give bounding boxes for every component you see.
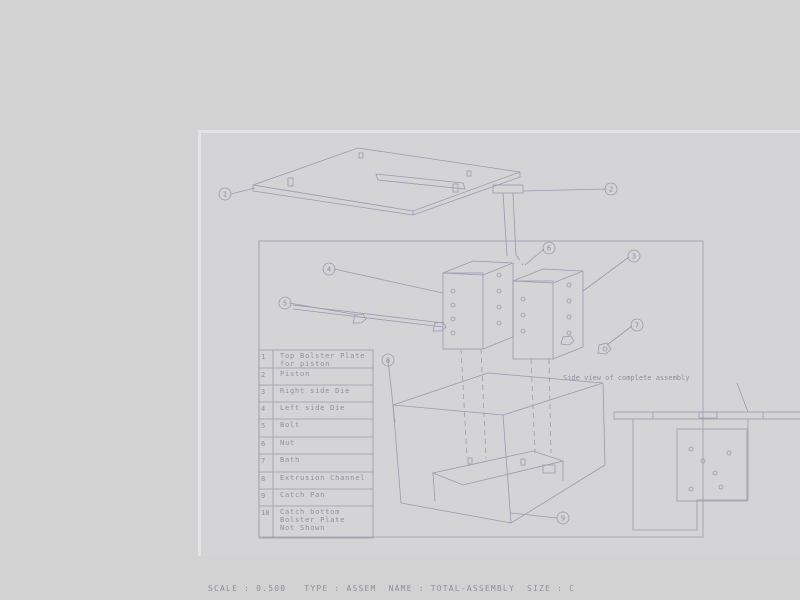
name-label: NAME (388, 584, 413, 593)
balloon-label: 3 (632, 253, 636, 261)
left-side-die (442, 260, 514, 350)
parts-list-row: 4 Left side Die (261, 404, 345, 413)
balloon-label: 7 (635, 322, 639, 330)
parts-list-row: 1 Top Bolster Platefor piston (261, 352, 365, 368)
drawing-sheet[interactable]: 1 2 3 4 5 6 7 8 9 1 Top Bolster Plate for piston 2 P… (198, 130, 800, 556)
size-label: SIZE (527, 584, 552, 593)
parts-list-row: 3 Right side Die (261, 387, 350, 396)
part-number: 7 (261, 457, 265, 465)
status-bar: SCALE : 0.500 TYPE : ASSEM NAME : TOTAL-… (198, 556, 800, 600)
parts-list-row: 6 Nut (261, 439, 295, 448)
part-number: 2 (261, 371, 265, 379)
type-value: ASSEM (346, 584, 377, 593)
graphics-viewport[interactable]: 1 2 3 4 5 6 7 8 9 1 Top Bolster Plate for piston 2 P… (0, 0, 800, 600)
balloon-label: 8 (386, 357, 390, 365)
name-value: TOTAL-ASSEMBLY (430, 584, 515, 593)
part-name: Nut (280, 439, 295, 447)
balloon-label: 6 (547, 245, 551, 253)
part-number: 9 (261, 492, 265, 500)
part-number: 3 (261, 388, 265, 396)
part-name: Top Bolster Plate (280, 352, 365, 360)
part-number: 8 (261, 475, 265, 483)
part-number: 5 (261, 422, 265, 430)
top-bolster-plate (252, 147, 521, 216)
part-name: Not Shown (280, 524, 325, 532)
assembly-hidden-lines (460, 255, 552, 459)
balloon-label: 1 (223, 191, 227, 199)
parts-list-row: 10 Catch bottomBolster PlateNot Shown (261, 508, 345, 532)
side-view: Side view of complete assembly (563, 374, 800, 531)
part-name: for piston (280, 360, 330, 368)
nut (560, 335, 612, 355)
part-number: 1 (261, 353, 265, 361)
assembly-drawing: 1 2 3 4 5 6 7 8 9 1 Top Bolster Platefor piston 2 P… (218, 147, 800, 539)
part-number: 4 (261, 405, 265, 413)
parts-list-table: 1 Top Bolster Platefor piston 2 Piston 3 Righ… (258, 349, 374, 539)
part-name: Extrusion Channel (280, 474, 365, 482)
bath (392, 372, 606, 524)
type-label: TYPE (304, 584, 329, 593)
scale-label: SCALE (208, 584, 239, 593)
balloon-label: 4 (327, 266, 331, 274)
parts-list-row: 9 Catch Pan (261, 491, 325, 500)
balloon-label: 5 (283, 300, 287, 308)
parts-list-row: 7 Bath (261, 456, 300, 465)
parts-list-row: 5 Bolt (261, 421, 300, 430)
side-view-label: Side view of complete assembly (563, 374, 689, 382)
part-name: Catch bottom (280, 508, 340, 516)
size-value: C (569, 584, 576, 593)
part-name: Bolster Plate (280, 516, 345, 524)
part-name: Catch Pan (280, 491, 325, 499)
part-name: Left side Die (280, 404, 345, 412)
parts-list-row: 8 Extrusion Channel (261, 474, 365, 483)
status-text: SCALE : 0.500 TYPE : ASSEM NAME : TOTAL-… (208, 584, 576, 593)
scale-value: 0.500 (256, 584, 287, 593)
part-name: Piston (280, 370, 310, 378)
right-side-die (512, 268, 584, 360)
part-name: Bath (280, 456, 300, 464)
balloon-label: 2 (609, 186, 613, 194)
part-name: Bolt (280, 421, 300, 429)
part-name: Right side Die (280, 387, 350, 395)
part-number: 6 (261, 440, 265, 448)
parts-list-row: 2 Piston (261, 370, 310, 379)
bolt (292, 304, 447, 332)
catch-pan (431, 450, 565, 502)
balloon-label: 9 (561, 515, 565, 523)
piston (492, 184, 524, 257)
part-number: 10 (261, 509, 269, 517)
